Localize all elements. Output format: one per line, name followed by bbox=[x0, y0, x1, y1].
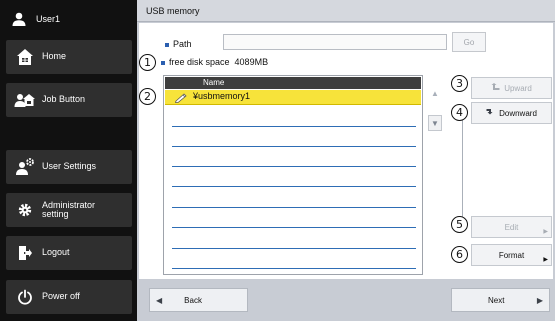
sidebar-item-label: Power off bbox=[42, 291, 80, 302]
bullet-icon bbox=[165, 42, 169, 47]
power-icon bbox=[10, 280, 40, 314]
path-label: Path bbox=[165, 39, 192, 49]
callout-5: 5 bbox=[451, 216, 468, 233]
user-icon bbox=[6, 6, 32, 32]
sidebar-item-home[interactable]: Home bbox=[6, 40, 132, 74]
page-title: USB memory bbox=[137, 0, 555, 22]
callout-6: 6 bbox=[451, 246, 468, 263]
back-button[interactable]: ◀ Back bbox=[149, 288, 248, 312]
column-header-name: Name bbox=[165, 77, 421, 89]
file-list: Name ¥usbmemory1 bbox=[163, 75, 423, 275]
list-row-empty bbox=[172, 234, 416, 249]
sidebar: User1 Home Job Button User Settings Admi… bbox=[0, 0, 137, 321]
user-name: User1 bbox=[36, 14, 61, 24]
divider bbox=[462, 119, 463, 223]
callout-1: 1 bbox=[139, 54, 156, 71]
scroll-up-button[interactable]: ▲ bbox=[428, 87, 442, 99]
sidebar-item-power-off[interactable]: Power off bbox=[6, 280, 132, 314]
list-row-empty bbox=[172, 254, 416, 269]
callout-2: 2 bbox=[139, 88, 156, 105]
path-label-text: Path bbox=[173, 39, 192, 49]
path-field[interactable] bbox=[223, 34, 447, 50]
upward-arrow-icon bbox=[491, 83, 500, 93]
list-row-empty bbox=[172, 152, 416, 167]
scroll-down-button[interactable]: ▼ bbox=[428, 115, 442, 131]
upward-label: Upward bbox=[504, 83, 532, 93]
list-row-empty bbox=[172, 172, 416, 187]
downward-label: Downward bbox=[499, 108, 537, 118]
back-label: Back bbox=[184, 295, 202, 305]
sidebar-item-label-line2: setting bbox=[42, 209, 69, 219]
free-disk-space: free disk space 4089MB bbox=[161, 57, 268, 67]
edit-label: Edit bbox=[504, 222, 519, 232]
callout-4: 4 bbox=[451, 104, 468, 121]
downward-button[interactable]: Downward bbox=[471, 102, 552, 124]
admin-gear-icon bbox=[10, 193, 40, 227]
home-icon bbox=[10, 40, 40, 74]
job-button-icon bbox=[10, 83, 40, 117]
edit-button[interactable]: Edit ▶ bbox=[471, 216, 552, 238]
sidebar-item-user-settings[interactable]: User Settings bbox=[6, 150, 132, 184]
triangle-icon: ▶ bbox=[543, 229, 548, 235]
bullet-icon bbox=[161, 60, 165, 65]
logout-icon bbox=[10, 236, 40, 270]
sidebar-item-label: Administrator setting bbox=[42, 200, 95, 220]
list-item-label: ¥usbmemory1 bbox=[193, 91, 251, 101]
usb-memory-content: Path Go free disk space 4089MB 1 2 Name … bbox=[139, 23, 553, 279]
list-item[interactable]: ¥usbmemory1 bbox=[165, 90, 421, 105]
user-indicator: User1 bbox=[6, 6, 132, 32]
format-label: Format bbox=[498, 250, 525, 260]
sidebar-item-logout[interactable]: Logout bbox=[6, 236, 132, 270]
back-arrow-icon: ◀ bbox=[156, 295, 163, 305]
next-button[interactable]: Next ▶ bbox=[451, 288, 550, 312]
triangle-icon: ▶ bbox=[543, 257, 548, 263]
free-space-label: free disk space bbox=[169, 57, 230, 67]
sidebar-item-administrator-setting[interactable]: Administrator setting bbox=[6, 193, 132, 227]
list-row-empty bbox=[172, 193, 416, 208]
list-row-empty bbox=[172, 132, 416, 147]
callout-3: 3 bbox=[451, 75, 468, 92]
main-panel: USB memory Path Go free disk space 4089M… bbox=[137, 0, 555, 321]
sidebar-item-label: User Settings bbox=[42, 161, 97, 172]
user-settings-icon bbox=[10, 150, 40, 184]
free-space-value: 4089MB bbox=[234, 57, 269, 67]
downward-arrow-icon bbox=[486, 108, 495, 118]
format-button[interactable]: Format ▶ bbox=[471, 244, 552, 266]
sidebar-item-job-button[interactable]: Job Button bbox=[6, 83, 132, 117]
sidebar-item-label: Home bbox=[42, 51, 67, 62]
usb-memory-icon bbox=[174, 92, 187, 103]
next-label: Next bbox=[488, 295, 505, 305]
go-button[interactable]: Go bbox=[452, 32, 486, 52]
upward-button[interactable]: Upward bbox=[471, 77, 552, 99]
list-row-empty bbox=[172, 213, 416, 228]
list-row-empty bbox=[172, 112, 416, 127]
sidebar-item-label: Job Button bbox=[42, 94, 86, 105]
next-arrow-icon: ▶ bbox=[536, 295, 543, 305]
sidebar-item-label: Logout bbox=[42, 247, 70, 258]
